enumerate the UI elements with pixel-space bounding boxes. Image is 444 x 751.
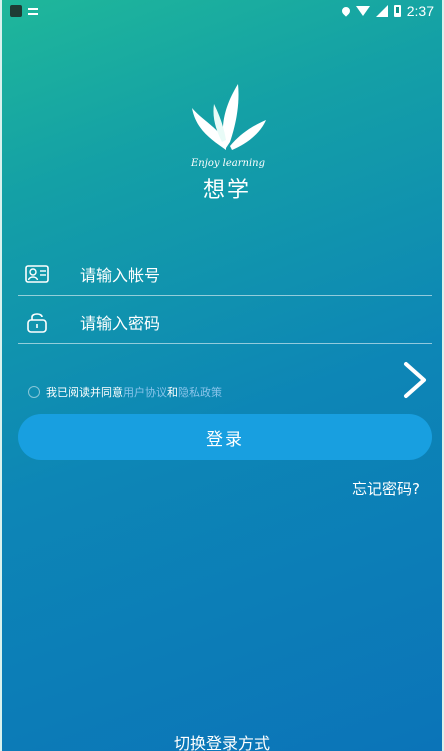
status-time: 2:37 [406,3,434,19]
brand-tagline: Enjoy learning [190,158,266,169]
login-button[interactable]: 登录 [18,414,432,460]
brand-name: 想学 [202,178,251,203]
wings-icon [192,84,266,150]
account-placeholder: 请输入帐号 [80,265,161,285]
lock-icon [24,309,50,335]
user-agreement-link[interactable]: 用户协议 [123,384,167,400]
status-right: 2:37 [340,3,434,19]
notification-icon [28,7,38,15]
signal-icon [375,5,388,17]
battery-icon [393,5,401,17]
status-bar: 2:37 [2,0,442,22]
password-placeholder: 请输入密码 [80,313,161,333]
account-field[interactable]: 请输入帐号 [18,252,432,296]
switch-login-method-link[interactable]: 切换登录方式 [2,730,442,751]
forgot-password-link[interactable]: 忘记密码? [352,478,420,499]
login-screen: 2:37 Enjoy learning 想学 请输入帐号 请输入密码 我已阅读并… [0,0,444,751]
id-card-icon [24,261,50,287]
location-icon [340,5,352,17]
agreement-prefix: 我已阅读并同意 [46,386,123,399]
app-icon [10,5,22,17]
privacy-policy-link[interactable]: 隐私政策 [178,384,222,400]
agreement-row: 我已阅读并同意 用户协议 和 隐私政策 [28,384,222,400]
chevron-right-icon[interactable] [400,360,430,400]
status-left [10,5,38,17]
agreement-and: 和 [167,386,178,399]
password-field[interactable]: 请输入密码 [18,300,432,344]
wifi-icon [355,6,370,16]
agreement-radio[interactable] [28,386,40,398]
